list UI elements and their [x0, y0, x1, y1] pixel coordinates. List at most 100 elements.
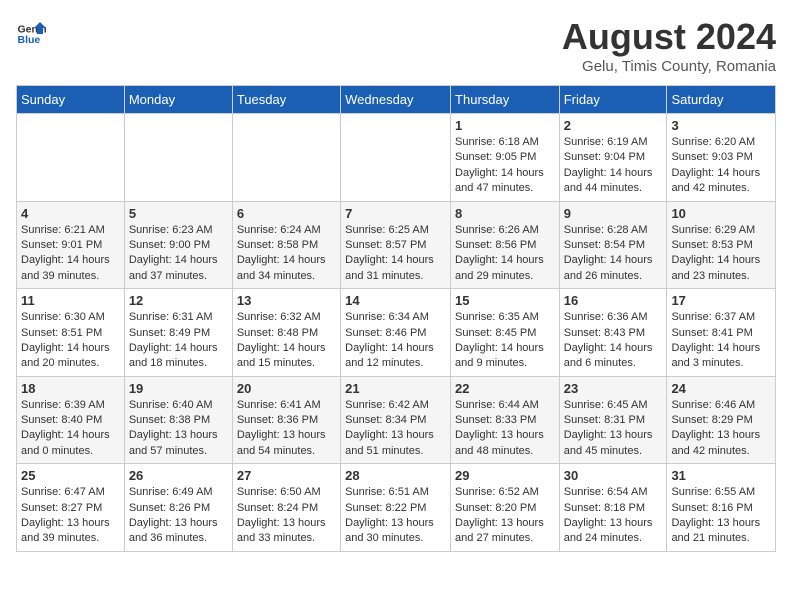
day-number: 8: [455, 206, 555, 221]
calendar-cell: 19 Sunrise: 6:40 AM Sunset: 8:38 PM Dayli…: [124, 376, 232, 464]
calendar-cell: 27 Sunrise: 6:50 AM Sunset: 8:24 PM Dayli…: [232, 464, 340, 552]
day-info: Sunrise: 6:40 AM Sunset: 8:38 PM Dayligh…: [129, 398, 228, 460]
calendar-cell: 6 Sunrise: 6:24 AM Sunset: 8:58 PM Daylig…: [232, 201, 340, 289]
day-info: Sunrise: 6:37 AM Sunset: 8:41 PM Dayligh…: [671, 310, 771, 372]
day-number: 25: [21, 468, 120, 483]
calendar-cell: 4 Sunrise: 6:21 AM Sunset: 9:01 PM Daylig…: [17, 201, 125, 289]
logo: General Blue: [16, 16, 46, 46]
day-info: Sunrise: 6:55 AM Sunset: 8:16 PM Dayligh…: [671, 485, 771, 547]
calendar-cell: 18Sunrise: 6:39 AM Sunset: 8:40 PM Dayli…: [17, 376, 125, 464]
day-number: 21: [345, 381, 446, 396]
calendar-cell: 23 Sunrise: 6:45 AM Sunset: 8:31 PM Dayli…: [559, 376, 667, 464]
day-number: 22: [455, 381, 555, 396]
day-number: 24: [671, 381, 771, 396]
calendar-cell: 5 Sunrise: 6:23 AM Sunset: 9:00 PM Daylig…: [124, 201, 232, 289]
day-number: 1: [455, 118, 555, 133]
location-subtitle: Gelu, Timis County, Romania: [562, 58, 776, 75]
calendar-cell: 9 Sunrise: 6:28 AM Sunset: 8:54 PM Daylig…: [559, 201, 667, 289]
day-info: Sunrise: 6:23 AM Sunset: 9:00 PM Dayligh…: [129, 223, 228, 285]
day-number: 11: [21, 293, 120, 308]
day-number: 10: [671, 206, 771, 221]
day-number: 20: [237, 381, 336, 396]
calendar-cell: 21Sunrise: 6:42 AM Sunset: 8:34 PM Dayli…: [341, 376, 451, 464]
day-number: 5: [129, 206, 228, 221]
day-info: Sunrise: 6:41 AM Sunset: 8:36 PM Dayligh…: [237, 398, 336, 460]
day-info: Sunrise: 6:29 AM Sunset: 8:53 PM Dayligh…: [671, 223, 771, 285]
day-info: Sunrise: 6:49 AM Sunset: 8:26 PM Dayligh…: [129, 485, 228, 547]
day-number: 6: [237, 206, 336, 221]
logo-icon: General Blue: [16, 16, 46, 46]
calendar-week-row: 4 Sunrise: 6:21 AM Sunset: 9:01 PM Daylig…: [17, 201, 776, 289]
day-of-week-header: Monday: [124, 86, 232, 114]
calendar-cell: 22 Sunrise: 6:44 AM Sunset: 8:33 PM Dayli…: [451, 376, 560, 464]
day-of-week-header: Wednesday: [341, 86, 451, 114]
day-info: Sunrise: 6:24 AM Sunset: 8:58 PM Dayligh…: [237, 223, 336, 285]
day-number: 3: [671, 118, 771, 133]
calendar-cell: [17, 114, 125, 202]
day-info: Sunrise: 6:46 AM Sunset: 8:29 PM Dayligh…: [671, 398, 771, 460]
day-info: Sunrise: 6:44 AM Sunset: 8:33 PM Dayligh…: [455, 398, 555, 460]
day-of-week-header: Tuesday: [232, 86, 340, 114]
day-info: Sunrise: 6:36 AM Sunset: 8:43 PM Dayligh…: [564, 310, 663, 372]
day-info: Sunrise: 6:32 AM Sunset: 8:48 PM Dayligh…: [237, 310, 336, 372]
day-number: 2: [564, 118, 663, 133]
day-of-week-header: Sunday: [17, 86, 125, 114]
calendar-cell: 2Sunrise: 6:19 AM Sunset: 9:04 PM Daylig…: [559, 114, 667, 202]
calendar-cell: 17 Sunrise: 6:37 AM Sunset: 8:41 PM Dayli…: [667, 289, 776, 377]
day-number: 9: [564, 206, 663, 221]
calendar-week-row: 11 Sunrise: 6:30 AM Sunset: 8:51 PM Dayli…: [17, 289, 776, 377]
day-number: 4: [21, 206, 120, 221]
day-info: Sunrise: 6:51 AM Sunset: 8:22 PM Dayligh…: [345, 485, 446, 547]
day-number: 27: [237, 468, 336, 483]
calendar-cell: 15 Sunrise: 6:35 AM Sunset: 8:45 PM Dayli…: [451, 289, 560, 377]
calendar-cell: 14Sunrise: 6:34 AM Sunset: 8:46 PM Dayli…: [341, 289, 451, 377]
day-number: 14: [345, 293, 446, 308]
day-info: Sunrise: 6:31 AM Sunset: 8:49 PM Dayligh…: [129, 310, 228, 372]
calendar-cell: 8 Sunrise: 6:26 AM Sunset: 8:56 PM Daylig…: [451, 201, 560, 289]
calendar-cell: 30Sunrise: 6:54 AM Sunset: 8:18 PM Dayli…: [559, 464, 667, 552]
day-info: Sunrise: 6:20 AM Sunset: 9:03 PM Dayligh…: [671, 135, 771, 197]
calendar-cell: [124, 114, 232, 202]
day-info: Sunrise: 6:28 AM Sunset: 8:54 PM Dayligh…: [564, 223, 663, 285]
calendar-week-row: 18Sunrise: 6:39 AM Sunset: 8:40 PM Dayli…: [17, 376, 776, 464]
calendar-cell: 29Sunrise: 6:52 AM Sunset: 8:20 PM Dayli…: [451, 464, 560, 552]
day-number: 17: [671, 293, 771, 308]
page-header: General Blue August 2024 Gelu, Timis Cou…: [16, 16, 776, 75]
day-number: 31: [671, 468, 771, 483]
day-of-week-header: Thursday: [451, 86, 560, 114]
calendar-cell: 31 Sunrise: 6:55 AM Sunset: 8:16 PM Dayli…: [667, 464, 776, 552]
day-number: 30: [564, 468, 663, 483]
day-info: Sunrise: 6:26 AM Sunset: 8:56 PM Dayligh…: [455, 223, 555, 285]
calendar-cell: [232, 114, 340, 202]
calendar-cell: 24 Sunrise: 6:46 AM Sunset: 8:29 PM Dayli…: [667, 376, 776, 464]
calendar-cell: 26 Sunrise: 6:49 AM Sunset: 8:26 PM Dayli…: [124, 464, 232, 552]
day-number: 28: [345, 468, 446, 483]
day-number: 23: [564, 381, 663, 396]
day-info: Sunrise: 6:45 AM Sunset: 8:31 PM Dayligh…: [564, 398, 663, 460]
svg-text:Blue: Blue: [18, 34, 41, 46]
calendar-cell: 28 Sunrise: 6:51 AM Sunset: 8:22 PM Dayli…: [341, 464, 451, 552]
calendar-cell: 20 Sunrise: 6:41 AM Sunset: 8:36 PM Dayli…: [232, 376, 340, 464]
day-number: 12: [129, 293, 228, 308]
day-number: 15: [455, 293, 555, 308]
title-section: August 2024 Gelu, Timis County, Romania: [562, 16, 776, 75]
calendar-cell: 11 Sunrise: 6:30 AM Sunset: 8:51 PM Dayli…: [17, 289, 125, 377]
day-of-week-header: Saturday: [667, 86, 776, 114]
day-info: Sunrise: 6:30 AM Sunset: 8:51 PM Dayligh…: [21, 310, 120, 372]
day-info: Sunrise: 6:21 AM Sunset: 9:01 PM Dayligh…: [21, 223, 120, 285]
calendar-cell: 1 Sunrise: 6:18 AM Sunset: 9:05 PM Daylig…: [451, 114, 560, 202]
day-info: Sunrise: 6:50 AM Sunset: 8:24 PM Dayligh…: [237, 485, 336, 547]
day-number: 13: [237, 293, 336, 308]
calendar-cell: 3 Sunrise: 6:20 AM Sunset: 9:03 PM Daylig…: [667, 114, 776, 202]
calendar-cell: 16Sunrise: 6:36 AM Sunset: 8:43 PM Dayli…: [559, 289, 667, 377]
day-number: 19: [129, 381, 228, 396]
day-number: 7: [345, 206, 446, 221]
day-info: Sunrise: 6:39 AM Sunset: 8:40 PM Dayligh…: [21, 398, 120, 460]
day-info: Sunrise: 6:18 AM Sunset: 9:05 PM Dayligh…: [455, 135, 555, 197]
day-info: Sunrise: 6:52 AM Sunset: 8:20 PM Dayligh…: [455, 485, 555, 547]
day-number: 26: [129, 468, 228, 483]
calendar-table: SundayMondayTuesdayWednesdayThursdayFrid…: [16, 85, 776, 552]
day-info: Sunrise: 6:35 AM Sunset: 8:45 PM Dayligh…: [455, 310, 555, 372]
month-year-title: August 2024: [562, 16, 776, 58]
calendar-week-row: 1 Sunrise: 6:18 AM Sunset: 9:05 PM Daylig…: [17, 114, 776, 202]
